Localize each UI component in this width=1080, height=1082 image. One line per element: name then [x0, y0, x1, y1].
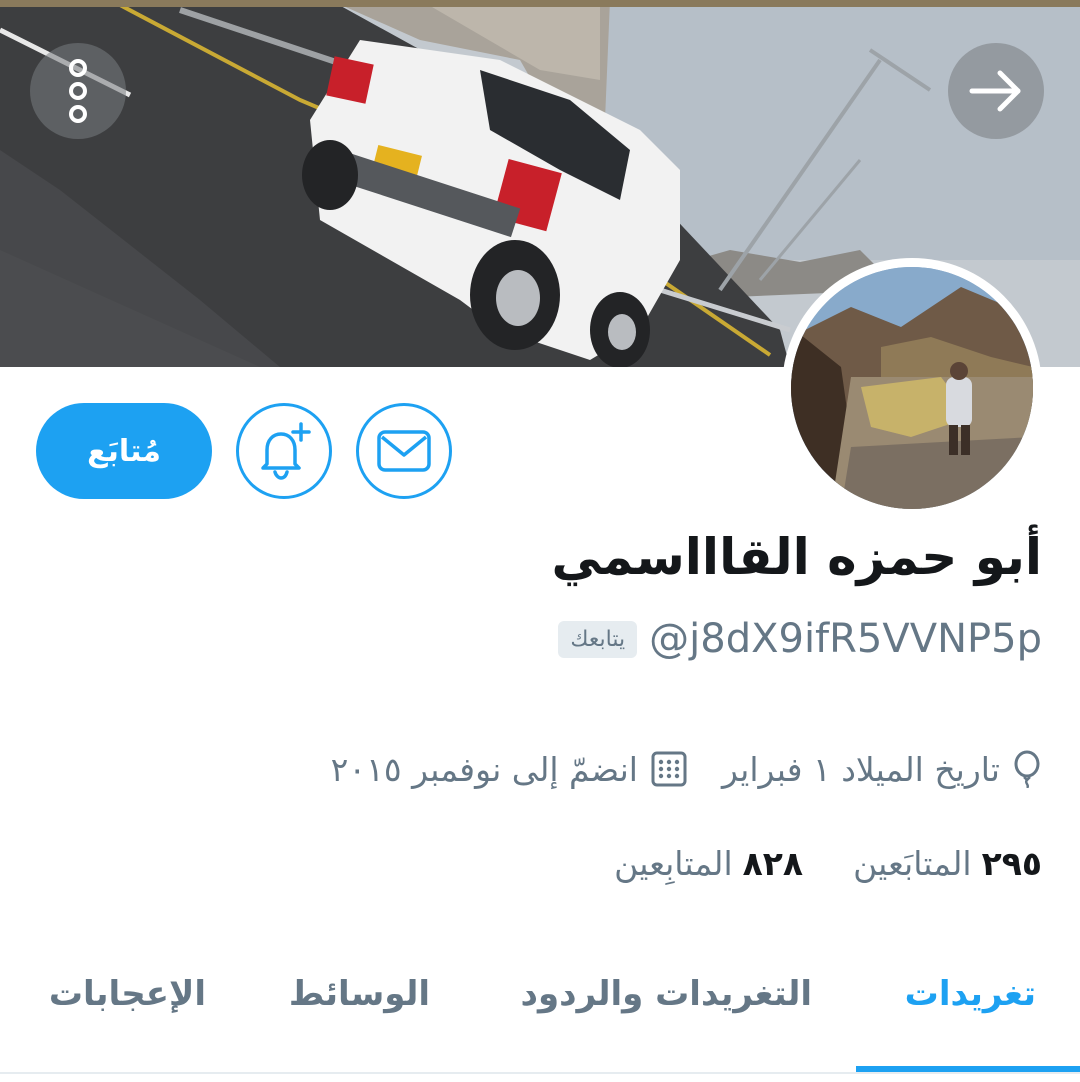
back-button[interactable] — [948, 43, 1044, 139]
followers-stat[interactable]: ٨٢٨ المتابِعين — [614, 844, 803, 883]
following-label: المتابَعين — [853, 843, 972, 883]
follows-you-badge: يتابعك — [558, 620, 638, 658]
joined-item: انضمّ إلى نوفمبر ٢٠١٥ — [331, 750, 688, 789]
notifications-button[interactable] — [236, 403, 332, 499]
following-button[interactable]: مُتابَع — [36, 403, 212, 499]
following-stat[interactable]: ٢٩٥ المتابَعين — [853, 844, 1042, 883]
more-options-button[interactable] — [30, 43, 126, 139]
tab-tweets-replies[interactable]: التغريدات والردود — [521, 974, 812, 1014]
calendar-icon — [651, 751, 687, 787]
birthday-text: تاريخ الميلاد ١ فبراير — [721, 749, 1000, 789]
display-name: أبو حمزه القاااسمي — [551, 528, 1042, 586]
arrow-right-icon — [969, 70, 1021, 112]
follow-stats: ٢٩٥ المتابَعين ٨٢٨ المتابِعين — [614, 836, 1042, 890]
tab-likes[interactable]: الإعجابات — [49, 974, 206, 1014]
birthday-item: تاريخ الميلاد ١ فبراير — [722, 750, 1042, 789]
balloon-icon — [1014, 750, 1040, 788]
profile-meta: تاريخ الميلاد ١ فبراير انضمّ إلى نوفمبر … — [331, 744, 1042, 794]
username: @j8dX9ifR5VVNP5p — [649, 616, 1042, 662]
profile-tabs: تغريدات التغريدات والردود الوسائط الإعجا… — [0, 960, 1080, 1082]
avatar-photo — [791, 267, 1033, 509]
handle-row: يتابعك @j8dX9ifR5VVNP5p — [558, 612, 1042, 666]
tabs-divider — [0, 1072, 1080, 1074]
tab-tweets[interactable]: تغريدات — [905, 974, 1036, 1014]
profile-avatar[interactable] — [782, 258, 1042, 518]
tab-media[interactable]: الوسائط — [289, 974, 430, 1014]
following-count: ٢٩٥ — [981, 843, 1042, 883]
more-vertical-icon — [69, 59, 87, 123]
followers-label: المتابِعين — [614, 843, 733, 883]
joined-text: انضمّ إلى نوفمبر ٢٠١٥ — [330, 749, 638, 789]
followers-count: ٨٢٨ — [742, 843, 804, 883]
message-button[interactable] — [356, 403, 452, 499]
banner-top-strip — [0, 0, 1080, 7]
bell-plus-icon — [261, 422, 311, 480]
mail-icon — [377, 430, 431, 472]
